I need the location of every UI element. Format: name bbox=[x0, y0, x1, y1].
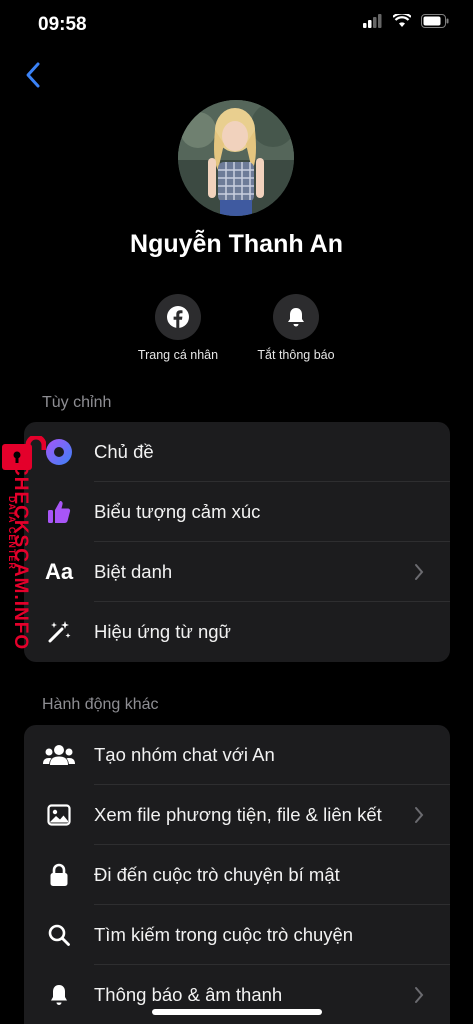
row-theme[interactable]: Chủ đề bbox=[24, 422, 450, 482]
avatar[interactable] bbox=[178, 100, 294, 216]
facebook-icon bbox=[167, 306, 189, 328]
row-label: Biệt danh bbox=[94, 561, 173, 582]
row-label: Thông báo & âm thanh bbox=[94, 984, 283, 1005]
row-search-conversation[interactable]: Tìm kiếm trong cuộc trò chuyện bbox=[24, 905, 450, 965]
customize-card: Chủ đề Biểu tượng cảm xúc Aa Biệt danh H… bbox=[24, 422, 450, 662]
bell-icon bbox=[288, 308, 304, 327]
search-icon bbox=[48, 924, 70, 946]
wifi-icon bbox=[393, 14, 411, 27]
lock-icon bbox=[50, 863, 68, 886]
signal-icon bbox=[363, 14, 382, 28]
row-nickname[interactable]: Aa Biệt danh bbox=[24, 542, 450, 602]
more-actions-card: Tạo nhóm chat với An Xem file phương tiệ… bbox=[24, 725, 450, 1024]
row-label: Biểu tượng cảm xúc bbox=[94, 501, 261, 522]
profile-name: Nguyễn Thanh An bbox=[130, 230, 343, 258]
watermark-subtext: DATA CENTER bbox=[7, 496, 17, 570]
magic-wand-icon bbox=[48, 621, 71, 643]
status-icons bbox=[363, 14, 449, 28]
row-media-files[interactable]: Xem file phương tiện, file & liên kết bbox=[24, 785, 450, 845]
back-button[interactable] bbox=[20, 60, 48, 90]
chevron-left-icon bbox=[26, 62, 40, 88]
text-aa-icon: Aa bbox=[44, 559, 74, 584]
row-word-effects[interactable]: Hiệu ứng từ ngữ bbox=[24, 602, 450, 662]
theme-circle-icon bbox=[46, 439, 72, 465]
image-icon bbox=[47, 804, 71, 826]
chevron-right-icon bbox=[415, 807, 424, 823]
profile-action-button[interactable]: Trang cá nhân bbox=[123, 294, 233, 362]
row-label: Đi đến cuộc trò chuyện bí mật bbox=[94, 864, 340, 885]
bell-icon bbox=[51, 985, 67, 1005]
row-emoji[interactable]: Biểu tượng cảm xúc bbox=[24, 482, 450, 542]
row-label: Hiệu ứng từ ngữ bbox=[94, 621, 231, 642]
row-label: Xem file phương tiện, file & liên kết bbox=[94, 804, 382, 825]
chevron-right-icon bbox=[415, 564, 424, 580]
watermark: CHECKSCAM.INFO DATA CENTER bbox=[0, 436, 48, 676]
battery-icon bbox=[421, 14, 449, 28]
home-indicator bbox=[152, 1009, 322, 1015]
row-create-group[interactable]: Tạo nhóm chat với An bbox=[24, 725, 450, 785]
row-label: Tạo nhóm chat với An bbox=[94, 744, 275, 765]
mute-button[interactable] bbox=[273, 294, 319, 340]
status-time: 09:58 bbox=[38, 14, 87, 35]
action-label-profile: Trang cá nhân bbox=[137, 348, 219, 362]
thumbs-up-icon bbox=[48, 501, 71, 523]
row-secret-chat[interactable]: Đi đến cuộc trò chuyện bí mật bbox=[24, 845, 450, 905]
row-notifications-sounds[interactable]: Thông báo & âm thanh bbox=[24, 965, 450, 1024]
group-icon bbox=[43, 745, 75, 765]
row-label: Chủ đề bbox=[94, 441, 154, 462]
row-label: Tìm kiếm trong cuộc trò chuyện bbox=[94, 924, 354, 945]
facebook-button[interactable] bbox=[155, 294, 201, 340]
chevron-right-icon bbox=[415, 987, 424, 1003]
section-title-customize: Tùy chỉnh bbox=[42, 394, 112, 411]
action-label-mute: Tắt thông báo bbox=[257, 348, 335, 362]
avatar-image bbox=[178, 100, 294, 216]
section-title-more-actions: Hành động khác bbox=[42, 696, 159, 713]
profile-action-button[interactable]: Tắt thông báo bbox=[241, 294, 351, 362]
